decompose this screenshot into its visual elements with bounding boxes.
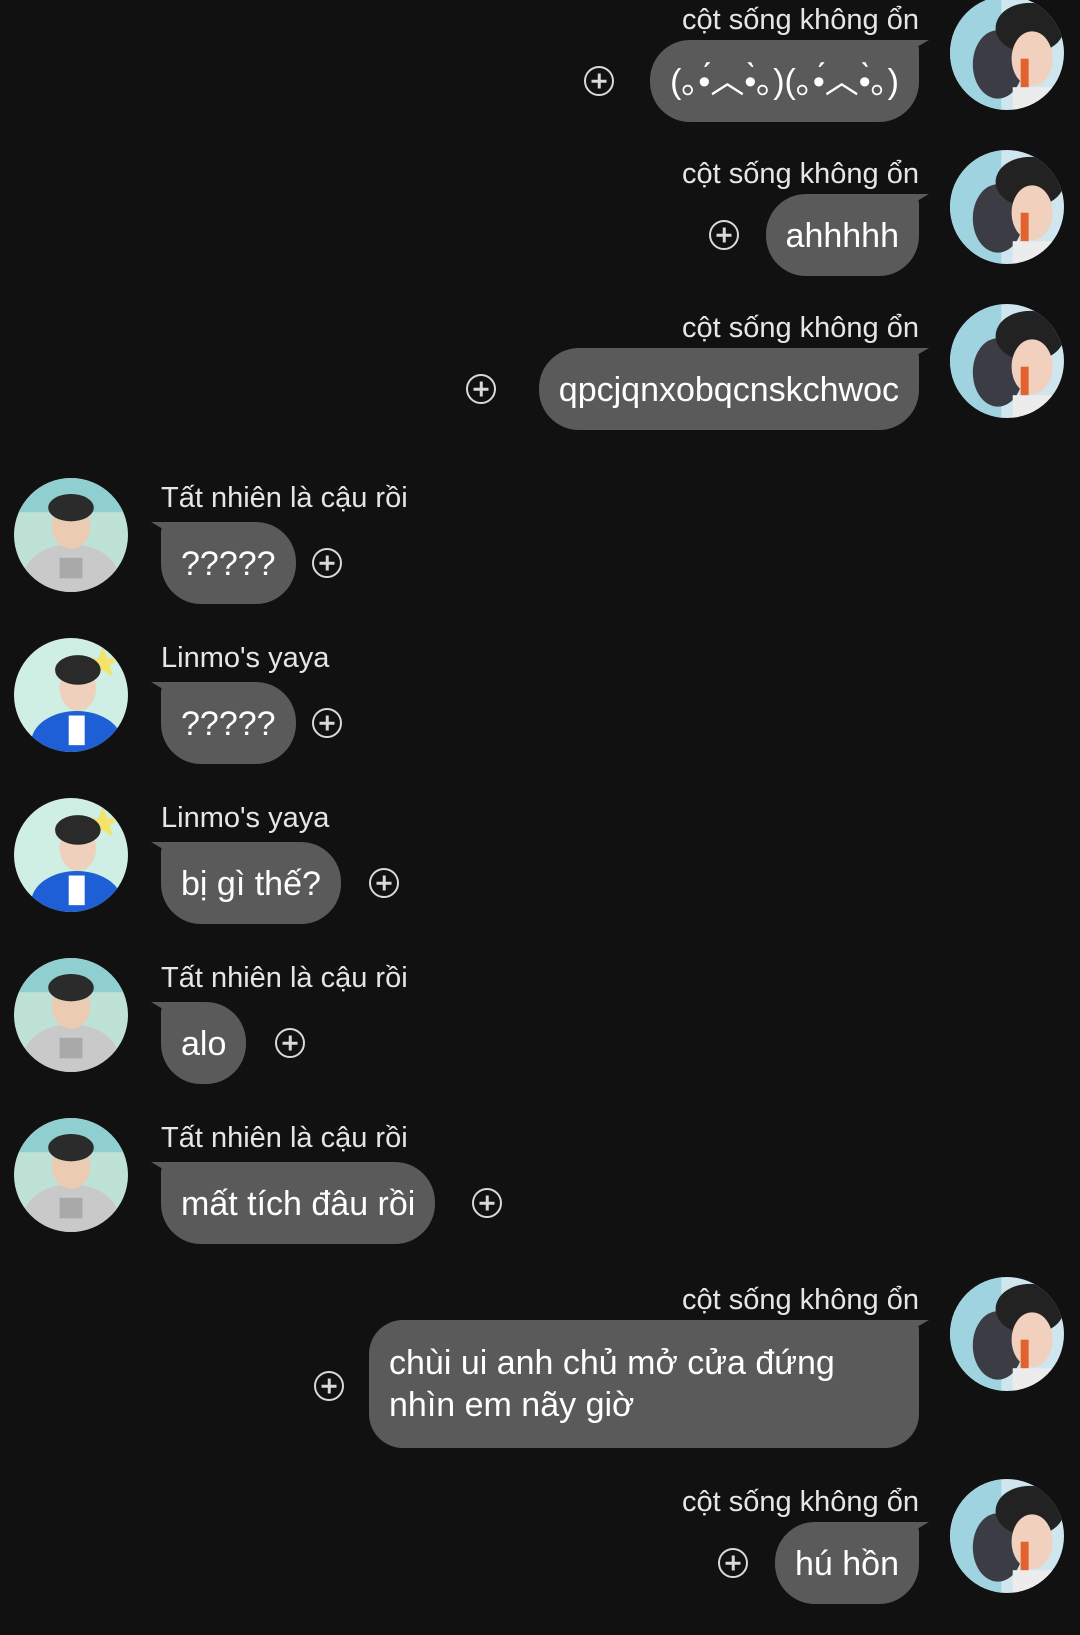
add-reaction-button[interactable] [584, 66, 614, 96]
message-bubble[interactable]: hú hồn [775, 1522, 919, 1604]
avatar-juice-image [950, 1479, 1064, 1593]
avatar-blue-jacket-image [14, 798, 128, 912]
avatar[interactable] [950, 1479, 1064, 1593]
avatar-hoodie-image [14, 1118, 128, 1232]
sender-name: Tất nhiên là cậu rồi [161, 1122, 408, 1154]
chat-thread[interactable]: cột sống không ổn (｡•́︿•̀｡)(｡•́︿•̀｡) cột… [0, 0, 1080, 1635]
avatar[interactable] [950, 304, 1064, 418]
avatar[interactable] [14, 638, 128, 752]
sender-name: Tất nhiên là cậu rồi [161, 482, 408, 514]
message-bubble[interactable]: chùi ui anh chủ mở cửa đứng nhìn em nãy … [369, 1320, 919, 1448]
avatar[interactable] [950, 1277, 1064, 1391]
avatar[interactable] [950, 0, 1064, 110]
sender-name: cột sống không ổn [681, 4, 919, 36]
sender-name: cột sống không ổn [681, 1284, 919, 1316]
message-bubble[interactable]: ????? [161, 682, 296, 764]
avatar[interactable] [14, 958, 128, 1072]
avatar-blue-jacket-image [14, 638, 128, 752]
message-bubble[interactable]: alo [161, 1002, 247, 1084]
avatar-juice-image [950, 0, 1064, 110]
add-reaction-button[interactable] [472, 1188, 502, 1218]
avatar-juice-image [950, 1277, 1064, 1391]
message-bubble[interactable]: ahhhhh [765, 194, 919, 276]
sender-name: cột sống không ổn [681, 1486, 919, 1518]
add-reaction-button[interactable] [275, 1028, 305, 1058]
add-reaction-button[interactable] [312, 708, 342, 738]
avatar[interactable] [950, 150, 1064, 264]
add-reaction-button[interactable] [718, 1548, 748, 1578]
sender-name: Linmo's yaya [161, 642, 330, 674]
avatar-juice-image [950, 304, 1064, 418]
add-reaction-button[interactable] [312, 548, 342, 578]
avatar[interactable] [14, 798, 128, 912]
avatar[interactable] [14, 1118, 128, 1232]
sender-name: cột sống không ổn [681, 158, 919, 190]
message-bubble[interactable]: bị gì thế? [161, 842, 341, 924]
add-reaction-button[interactable] [466, 374, 496, 404]
avatar-juice-image [950, 150, 1064, 264]
sender-name: cột sống không ổn [681, 312, 919, 344]
sender-name: Tất nhiên là cậu rồi [161, 962, 408, 994]
add-reaction-button[interactable] [314, 1371, 344, 1401]
add-reaction-button[interactable] [709, 220, 739, 250]
avatar[interactable] [14, 478, 128, 592]
message-bubble[interactable]: mất tích đâu rồi [161, 1162, 436, 1244]
message-bubble[interactable]: (｡•́︿•̀｡)(｡•́︿•̀｡) [650, 40, 919, 122]
avatar-hoodie-image [14, 958, 128, 1072]
message-bubble[interactable]: qpcjqnxobqcnskchwoc [538, 348, 919, 430]
avatar-hoodie-image [14, 478, 128, 592]
message-bubble[interactable]: ????? [161, 522, 296, 604]
add-reaction-button[interactable] [369, 868, 399, 898]
sender-name: Linmo's yaya [161, 802, 330, 834]
